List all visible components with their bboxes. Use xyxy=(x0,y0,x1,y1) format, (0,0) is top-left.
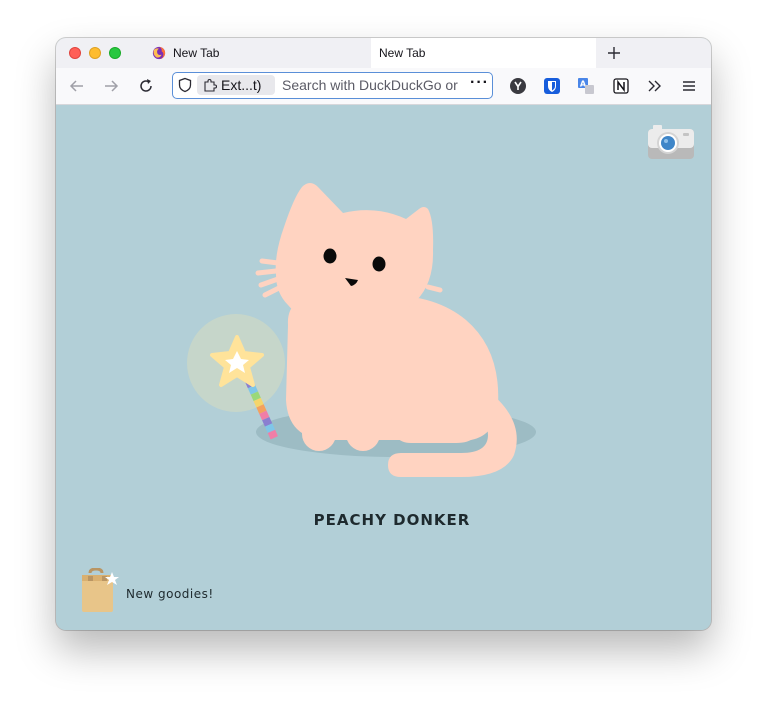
cat-eye-left xyxy=(323,248,337,264)
pet-name: PEACHY DONKER xyxy=(313,511,471,529)
back-arrow-icon[interactable] xyxy=(68,77,86,95)
cat-head xyxy=(275,183,434,326)
ycombinator-icon[interactable] xyxy=(509,77,527,95)
translate-icon[interactable]: A xyxy=(577,77,595,95)
cat-leg-left xyxy=(302,375,336,451)
bitwarden-icon[interactable] xyxy=(543,77,561,95)
extension-chip-label: Ext...t) xyxy=(221,77,262,93)
tab-new-tab-2[interactable]: New Tab xyxy=(371,38,596,68)
overflow-chevron-icon[interactable] xyxy=(646,77,664,95)
shield-icon[interactable] xyxy=(177,77,193,93)
pet-scene xyxy=(187,183,536,477)
url-bar[interactable]: Ext...t) Search with DuckDuckGo or ··· xyxy=(172,72,493,99)
firefox-icon xyxy=(152,46,166,60)
tab-bar: New Tab New Tab xyxy=(56,38,711,68)
shopping-bag-icon xyxy=(82,568,119,612)
search-input[interactable]: Search with DuckDuckGo or xyxy=(282,77,462,93)
extension-chip[interactable]: Ext...t) xyxy=(197,75,275,95)
navigation-toolbar: Ext...t) Search with DuckDuckGo or ··· A xyxy=(56,68,711,105)
cat-eye-right xyxy=(372,256,386,272)
cat-hind-leg xyxy=(390,395,481,443)
cat-whiskers-right xyxy=(425,284,443,293)
tab-label: New Tab xyxy=(173,46,220,60)
reload-icon[interactable] xyxy=(137,77,155,95)
tab-new-tab-1[interactable]: New Tab xyxy=(152,38,370,68)
menu-icon[interactable] xyxy=(680,77,698,95)
minimize-window-button[interactable] xyxy=(89,47,101,59)
new-tab-button[interactable] xyxy=(604,43,624,63)
new-goodies-button[interactable]: New goodies! xyxy=(80,568,214,612)
browser-window: New Tab New Tab Ext...t) Search with Duc… xyxy=(56,38,711,630)
more-dots-icon[interactable]: ··· xyxy=(470,74,489,92)
tab-label: New Tab xyxy=(379,46,426,60)
cat-leg-right xyxy=(346,375,380,451)
goodies-label: New goodies! xyxy=(126,587,214,601)
puzzle-piece-icon xyxy=(204,79,217,92)
plus-icon xyxy=(608,47,620,59)
maximize-window-button[interactable] xyxy=(109,47,121,59)
close-window-button[interactable] xyxy=(69,47,81,59)
forward-arrow-icon[interactable] xyxy=(102,77,120,95)
notion-icon[interactable] xyxy=(612,77,630,95)
new-tab-page: PEACHY DONKER New goodies! xyxy=(56,105,711,630)
